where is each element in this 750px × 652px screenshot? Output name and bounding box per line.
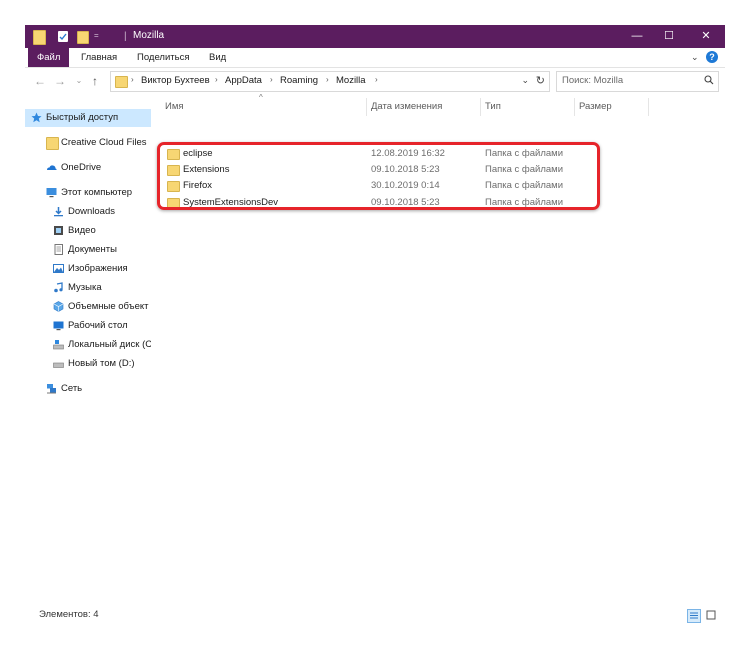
file-list: ^ Имя Дата изменения Тип Размер eclipse … bbox=[155, 93, 725, 605]
folder-icon bbox=[167, 165, 180, 176]
ribbon-tabs: Файл Главная Поделиться Вид ⌄ ? bbox=[25, 48, 725, 68]
column-header-size[interactable]: Размер bbox=[575, 98, 649, 116]
details-view-icon[interactable] bbox=[687, 609, 701, 623]
pictures-icon bbox=[53, 263, 64, 274]
drive-icon bbox=[53, 358, 64, 369]
chevron-right-icon[interactable]: › bbox=[270, 75, 273, 84]
refresh-icon[interactable]: ↻ bbox=[536, 74, 545, 87]
file-row-firefox[interactable]: Firefox 30.10.2019 0:14 Папка с файлами bbox=[165, 178, 585, 194]
chevron-right-icon[interactable]: › bbox=[215, 75, 218, 84]
folder-icon bbox=[167, 181, 180, 192]
folder-icon bbox=[115, 76, 128, 88]
folder-icon bbox=[33, 30, 46, 45]
file-row-eclipse[interactable]: eclipse 12.08.2019 16:32 Папка с файлами bbox=[165, 146, 585, 162]
file-date: 09.10.2018 5:23 bbox=[371, 197, 440, 208]
navigation-pane: Быстрый доступ Creative Cloud Files OneD… bbox=[25, 95, 151, 605]
breadcrumb-roaming[interactable]: Roaming bbox=[280, 75, 318, 86]
file-date: 12.08.2019 16:32 bbox=[371, 148, 445, 159]
column-header-date[interactable]: Дата изменения bbox=[367, 98, 481, 116]
forward-arrow-icon[interactable]: → bbox=[53, 74, 67, 88]
qat-dropdown-icon[interactable]: = bbox=[94, 31, 100, 40]
navigation-bar: ← → ⌄ ↑ › Виктор Бухтеев › AppData › Roa… bbox=[25, 68, 725, 94]
chevron-right-icon[interactable]: › bbox=[326, 75, 329, 84]
properties-icon[interactable] bbox=[58, 31, 68, 42]
file-name: SystemExtensionsDev bbox=[183, 197, 279, 208]
chevron-right-icon[interactable]: › bbox=[375, 75, 378, 84]
search-icon bbox=[704, 75, 714, 85]
breadcrumb-mozilla[interactable]: Mozilla bbox=[336, 75, 366, 86]
address-bar[interactable]: › Виктор Бухтеев › AppData › Roaming › M… bbox=[110, 71, 550, 92]
status-bar: Элементов: 4 bbox=[25, 605, 725, 627]
title-bar: = | Mozilla — ☐ ✕ bbox=[25, 25, 725, 48]
video-icon bbox=[53, 225, 64, 236]
creative-cloud-icon bbox=[46, 137, 59, 150]
window-title: Mozilla bbox=[133, 30, 165, 41]
file-type: Папка с файлами bbox=[485, 148, 564, 159]
file-name: eclipse bbox=[183, 148, 213, 159]
close-button[interactable]: ✕ bbox=[684, 25, 728, 48]
item-count: Элементов: 4 bbox=[39, 609, 99, 620]
help-icon[interactable]: ? bbox=[706, 51, 718, 63]
new-folder-icon[interactable] bbox=[77, 31, 89, 44]
breadcrumb-user[interactable]: Виктор Бухтеев bbox=[141, 75, 210, 86]
documents-icon bbox=[53, 244, 64, 255]
back-arrow-icon[interactable]: ← bbox=[33, 74, 47, 88]
breadcrumb-appdata[interactable]: AppData bbox=[225, 75, 262, 86]
network-icon bbox=[46, 383, 57, 394]
downloads-icon bbox=[53, 206, 64, 217]
nav-item-quick-access[interactable]: Быстрый доступ bbox=[25, 109, 151, 127]
local-disk-icon bbox=[53, 339, 64, 350]
file-type: Папка с файлами bbox=[485, 180, 564, 191]
file-type: Папка с файлами bbox=[485, 164, 564, 175]
tab-file[interactable]: Файл bbox=[28, 48, 70, 67]
file-row-extensions[interactable]: Extensions 09.10.2018 5:23 Папка с файла… bbox=[165, 162, 585, 178]
onedrive-icon bbox=[46, 162, 57, 173]
file-row-systemextensionsdev[interactable]: SystemExtensionsDev 09.10.2018 5:23 Папк… bbox=[165, 195, 585, 211]
tab-share[interactable]: Поделиться bbox=[128, 48, 198, 67]
file-name: Firefox bbox=[183, 180, 213, 191]
file-date: 09.10.2018 5:23 bbox=[371, 164, 440, 175]
chevron-right-icon[interactable]: › bbox=[131, 75, 134, 84]
music-icon bbox=[53, 282, 64, 293]
tab-home[interactable]: Главная bbox=[72, 48, 126, 67]
recent-locations-icon[interactable]: ⌄ bbox=[72, 74, 86, 88]
desktop-icon bbox=[53, 320, 64, 331]
search-box[interactable] bbox=[556, 71, 719, 92]
explorer-window: = | Mozilla — ☐ ✕ Файл Главная Поделитьс… bbox=[25, 25, 725, 627]
column-header-type[interactable]: Тип bbox=[481, 98, 575, 116]
address-dropdown-icon[interactable]: ⌄ bbox=[521, 75, 529, 86]
star-icon bbox=[31, 112, 42, 123]
up-arrow-icon[interactable]: ↑ bbox=[88, 74, 102, 88]
file-date: 30.10.2019 0:14 bbox=[371, 180, 440, 191]
search-input[interactable] bbox=[557, 72, 710, 89]
column-header-name[interactable]: Имя bbox=[161, 98, 367, 116]
file-type: Папка с файлами bbox=[485, 197, 564, 208]
large-icons-view-icon[interactable] bbox=[705, 609, 719, 623]
file-name: Extensions bbox=[183, 164, 230, 175]
computer-icon bbox=[46, 187, 57, 198]
3d-objects-icon bbox=[53, 301, 64, 312]
folder-icon bbox=[167, 149, 180, 160]
tab-view[interactable]: Вид bbox=[200, 48, 235, 67]
chevron-down-icon[interactable]: ⌄ bbox=[691, 52, 701, 62]
title-separator: | bbox=[124, 31, 127, 42]
folder-icon bbox=[167, 198, 180, 209]
